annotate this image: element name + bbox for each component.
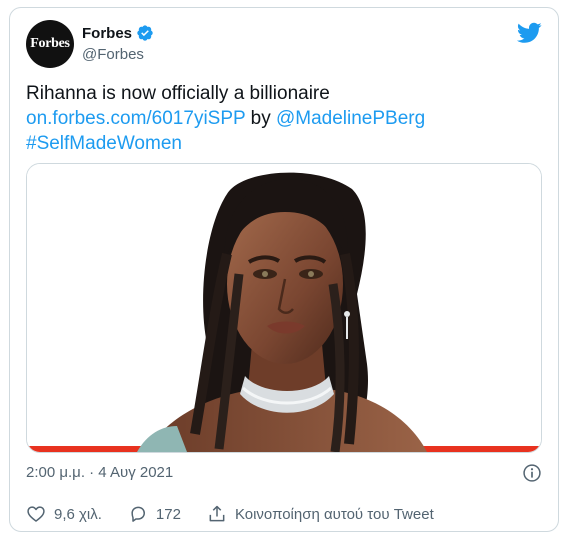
tweet-text: Rihanna is now officially a billionaire … (26, 81, 546, 156)
tweet-card[interactable]: Forbes Forbes @Forbes Rihanna is now off… (9, 7, 559, 532)
share-icon (209, 505, 225, 522)
portrait-illustration (27, 164, 541, 452)
twitter-bird-icon[interactable] (517, 22, 542, 44)
reply-icon (131, 506, 145, 522)
author-display-name[interactable]: Forbes (82, 25, 132, 42)
author-handle[interactable]: @Forbes (82, 46, 144, 63)
tweet-media-image[interactable] (26, 163, 542, 453)
tweet-by-text: by (250, 108, 271, 129)
share-label: Κοινοποίηση αυτού του Tweet (234, 505, 434, 523)
tweet-timestamp[interactable]: 2:00 μ.μ. · 4 Αυγ 2021 (26, 464, 173, 481)
mention-link[interactable]: @MadelinePBerg (276, 108, 425, 129)
like-count: 9,6 χιλ. (54, 505, 102, 523)
tweet-link[interactable]: on.forbes.com/6017yiSPP (26, 108, 245, 129)
avatar[interactable]: Forbes (26, 20, 74, 68)
verified-badge-icon (137, 25, 153, 41)
avatar-logo-text: Forbes (30, 36, 70, 51)
share-button[interactable]: Κοινοποίηση αυτού του Tweet (207, 504, 434, 524)
like-button[interactable]: 9,6 χιλ. (26, 504, 102, 524)
reply-button[interactable]: 172 (128, 504, 181, 524)
tweet-actions-bar: 9,6 χιλ. 172 Κοινοποίηση αυτού του Tweet (26, 504, 460, 524)
reply-count: 172 (155, 505, 181, 523)
info-icon[interactable] (522, 463, 542, 483)
author-name-row: Forbes (82, 24, 154, 42)
hashtag-link[interactable]: #SelfMadeWomen (26, 133, 182, 154)
heart-icon (27, 506, 45, 522)
tweet-headline: Rihanna is now officially a billionaire (26, 83, 330, 104)
